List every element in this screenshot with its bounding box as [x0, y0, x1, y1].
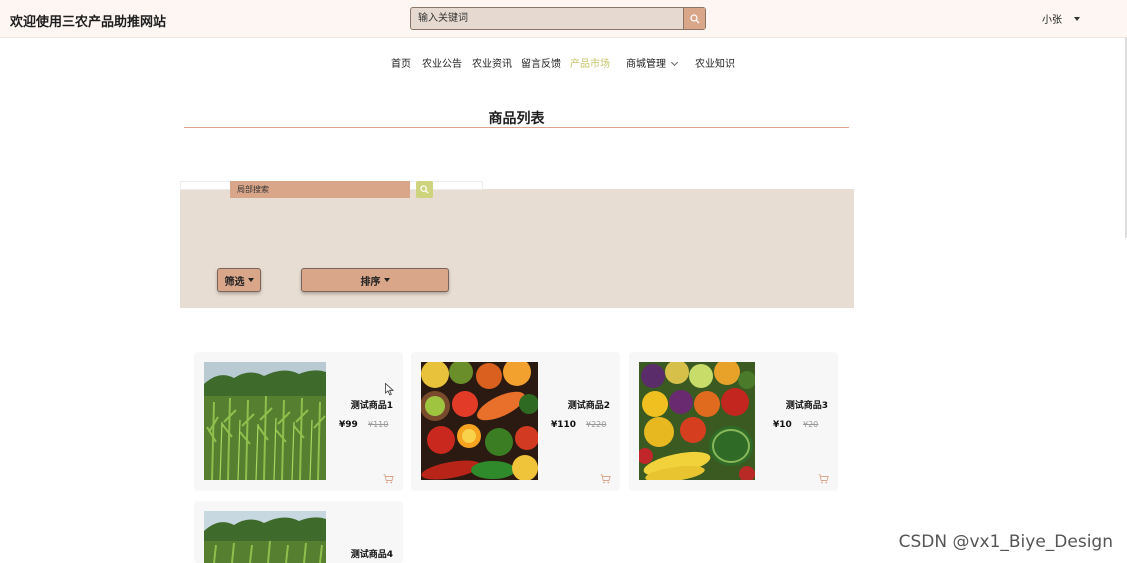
section-title: 商品列表 — [488, 111, 545, 127]
top-bar: 欢迎使用三农产品助推网站 小张 — [0, 0, 1127, 38]
product-card[interactable]: 测试商品1 ¥99 ¥110 — [194, 352, 403, 491]
product-card[interactable]: 测试商品3 ¥10 ¥20 — [629, 352, 838, 491]
product-card[interactable]: 测试商品4 — [194, 501, 403, 563]
caret-down-icon — [383, 278, 390, 282]
product-name[interactable]: 测试商品3 — [786, 398, 828, 411]
local-search-input[interactable] — [230, 181, 410, 198]
search-icon — [420, 185, 429, 194]
main-nav: 首页 农业公告 农业资讯 留言反馈 产品市场 商城管理 农业知识 — [0, 55, 1127, 71]
search-icon — [689, 13, 699, 23]
product-image[interactable] — [639, 362, 755, 480]
mouse-cursor-icon — [385, 383, 394, 396]
nav-item-market[interactable]: 产品市场 — [570, 55, 610, 70]
product-price: ¥99 — [339, 420, 358, 430]
user-menu[interactable]: 小张 — [1042, 11, 1080, 26]
add-to-cart-button[interactable] — [818, 469, 829, 488]
nav-item-mall-admin[interactable]: 商城管理 — [626, 55, 679, 70]
cart-icon — [818, 474, 829, 484]
cart-icon — [600, 474, 611, 484]
filter-button[interactable]: 筛选 — [217, 268, 261, 292]
caret-down-icon — [247, 278, 254, 282]
user-name: 小张 — [1042, 15, 1062, 26]
global-search-input[interactable] — [411, 8, 683, 29]
product-price: ¥10 — [773, 420, 792, 430]
product-original-price: ¥20 — [803, 420, 819, 429]
product-image[interactable] — [204, 362, 326, 480]
product-name[interactable]: 测试商品1 — [351, 398, 393, 411]
nav-item-home[interactable]: 首页 — [391, 55, 411, 70]
global-search-button[interactable] — [683, 8, 705, 29]
add-to-cart-button[interactable] — [600, 469, 611, 488]
chevron-down-icon — [670, 58, 679, 67]
filter-panel — [180, 189, 854, 308]
sort-button[interactable]: 排序 — [301, 268, 449, 292]
product-original-price: ¥220 — [586, 420, 607, 429]
product-name[interactable]: 测试商品2 — [568, 398, 610, 411]
nav-item-mall-admin-label: 商城管理 — [626, 59, 666, 70]
section-divider — [184, 127, 849, 128]
product-image[interactable] — [421, 362, 538, 480]
filter-button-label: 筛选 — [224, 276, 245, 288]
sort-button-label: 排序 — [360, 276, 381, 288]
global-search — [410, 7, 706, 30]
add-to-cart-button[interactable] — [383, 469, 394, 488]
nav-item-knowledge[interactable]: 农业知识 — [695, 55, 735, 70]
product-original-price: ¥110 — [368, 420, 389, 429]
site-title: 欢迎使用三农产品助推网站 — [10, 15, 167, 30]
product-price: ¥110 — [551, 420, 577, 430]
nav-item-announcements[interactable]: 农业公告 — [422, 55, 462, 70]
caret-down-icon — [1074, 16, 1080, 21]
local-search-button[interactable] — [416, 181, 433, 198]
nav-item-news[interactable]: 农业资讯 — [472, 55, 512, 70]
cart-icon — [383, 474, 394, 484]
product-card[interactable]: 测试商品2 ¥110 ¥220 — [411, 352, 620, 491]
product-name[interactable]: 测试商品4 — [351, 547, 393, 560]
nav-item-feedback[interactable]: 留言反馈 — [521, 55, 561, 70]
watermark: CSDN @vx1_Biye_Design — [898, 532, 1113, 552]
product-image[interactable] — [204, 511, 326, 563]
